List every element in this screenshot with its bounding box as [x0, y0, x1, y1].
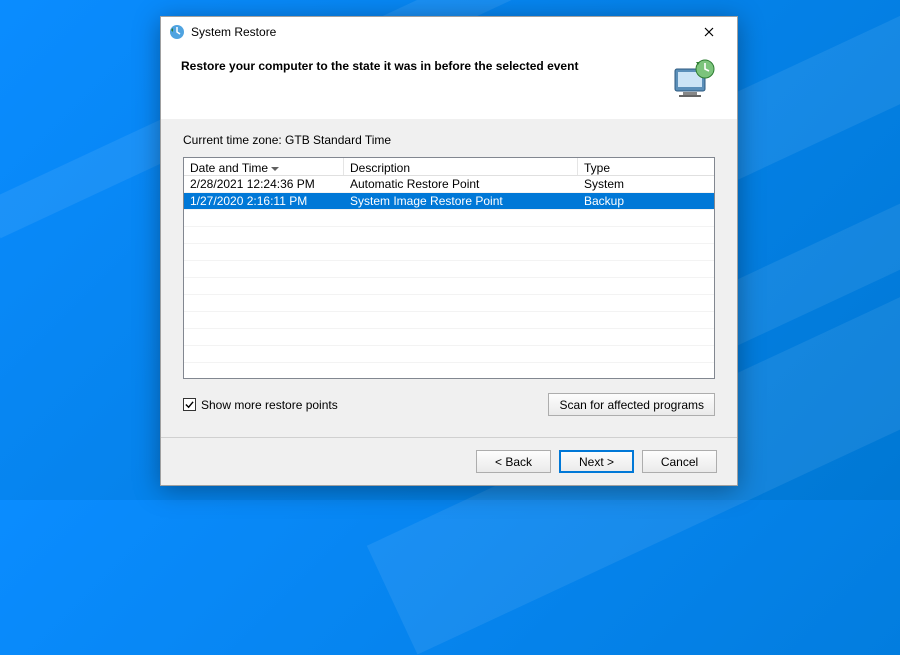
table-header: Date and Time Description Type [184, 158, 714, 176]
timezone-value: GTB Standard Time [285, 133, 391, 147]
table-row-empty [184, 363, 714, 379]
timezone-label: Current time zone: GTB Standard Time [183, 133, 715, 147]
table-row-empty [184, 244, 714, 261]
table-row-empty [184, 312, 714, 329]
column-header-type[interactable]: Type [578, 158, 714, 175]
table-row[interactable]: 1/27/2020 2:16:11 PMSystem Image Restore… [184, 193, 714, 210]
checkbox-box [183, 398, 196, 411]
cell-description: Automatic Restore Point [344, 176, 578, 192]
cancel-button[interactable]: Cancel [642, 450, 717, 473]
wizard-header: Restore your computer to the state it wa… [161, 47, 737, 119]
table-row-empty [184, 329, 714, 346]
system-restore-window: System Restore Restore your computer to … [160, 16, 738, 486]
wizard-body: Current time zone: GTB Standard Time Dat… [161, 119, 737, 437]
cell-date-time: 2/28/2021 12:24:36 PM [184, 176, 344, 192]
wizard-footer: < Back Next > Cancel [161, 437, 737, 485]
system-restore-icon [169, 24, 185, 40]
column-header-date-time[interactable]: Date and Time [184, 158, 344, 175]
table-row-empty [184, 227, 714, 244]
close-icon [704, 27, 714, 37]
table-row-empty [184, 210, 714, 227]
show-more-checkbox[interactable]: Show more restore points [183, 398, 338, 412]
cell-description: System Image Restore Point [344, 193, 578, 209]
table-row-empty [184, 295, 714, 312]
scan-affected-button[interactable]: Scan for affected programs [548, 393, 715, 416]
cell-type: Backup [578, 193, 714, 209]
checkmark-icon [185, 400, 194, 409]
window-title: System Restore [191, 25, 689, 39]
show-more-label: Show more restore points [201, 398, 338, 412]
restore-points-table: Date and Time Description Type 2/28/2021… [183, 157, 715, 379]
timezone-prefix: Current time zone: [183, 133, 285, 147]
table-row-empty [184, 346, 714, 363]
restore-monitor-icon [669, 55, 717, 103]
table-body: 2/28/2021 12:24:36 PMAutomatic Restore P… [184, 176, 714, 379]
wizard-heading: Restore your computer to the state it wa… [181, 55, 657, 73]
table-row-empty [184, 278, 714, 295]
back-button[interactable]: < Back [476, 450, 551, 473]
cell-type: System [578, 176, 714, 192]
table-row-empty [184, 261, 714, 278]
column-header-description[interactable]: Description [344, 158, 578, 175]
next-button[interactable]: Next > [559, 450, 634, 473]
titlebar: System Restore [161, 17, 737, 47]
cell-date-time: 1/27/2020 2:16:11 PM [184, 193, 344, 209]
table-row[interactable]: 2/28/2021 12:24:36 PMAutomatic Restore P… [184, 176, 714, 193]
close-button[interactable] [689, 19, 729, 45]
table-footer-controls: Show more restore points Scan for affect… [183, 393, 715, 416]
